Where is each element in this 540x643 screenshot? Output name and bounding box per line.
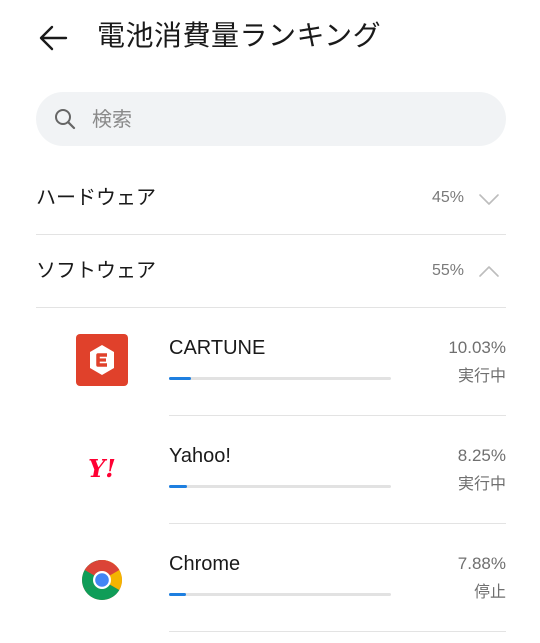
arrow-left-icon[interactable] [34,18,74,58]
app-percent: 8.25% [457,446,506,465]
app-row-cartune[interactable]: CARTUNE 10.03% 実行中 [36,308,506,416]
usage-bar [169,485,391,488]
app-status: 実行中 [457,474,506,493]
app-percent: 10.03% [448,338,506,357]
category-percent: 45% [431,189,464,206]
app-row-yahoo[interactable]: Y! Yahoo! 8.25% 実行中 [36,416,506,524]
category-label: ハードウェア [36,185,156,209]
search-icon [55,109,76,130]
search-placeholder: 検索 [92,107,132,131]
category-software[interactable]: ソフトウェア 55% [36,235,506,307]
chevron-up-icon [479,266,499,277]
chrome-logo-icon [82,560,122,600]
app-name: Chrome [169,553,241,575]
app-row-chrome[interactable]: Chrome 7.88% 停止 [36,524,506,632]
app-name: CARTUNE [169,337,266,359]
cartune-logo-icon [76,334,128,386]
svg-text:Y!: Y! [88,454,116,483]
app-percent: 7.88% [457,554,506,573]
yahoo-logo-icon: Y! [88,454,116,483]
category-label: ソフトウェア [36,258,156,282]
app-status: 実行中 [457,366,506,385]
chevron-down-icon [479,194,499,205]
category-hardware[interactable]: ハードウェア 45% [36,162,506,234]
app-name: Yahoo! [169,445,231,467]
usage-bar [169,377,391,380]
divider [169,631,506,632]
category-percent: 55% [431,262,464,279]
app-status: 停止 [473,582,506,601]
usage-bar-fill [169,377,191,380]
usage-bar [169,593,391,596]
search-input[interactable]: 検索 [36,92,506,146]
usage-bar-fill [169,485,187,488]
page-title: 電池消費量ランキング [97,19,382,52]
usage-bar-fill [169,593,186,596]
app-header: 電池消費量ランキング [0,0,540,76]
